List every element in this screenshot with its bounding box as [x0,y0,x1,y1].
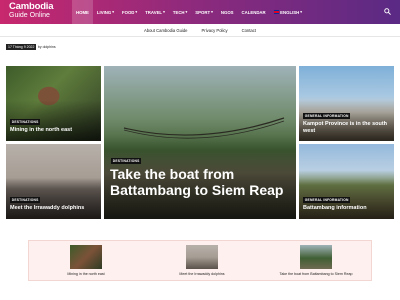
flag-icon [273,10,279,14]
nav-item-food[interactable]: FOOD ▾ [118,0,141,24]
nav-item-calendar[interactable]: CALENDAR [238,0,270,24]
post-title[interactable]: Battambang information [303,205,367,211]
related-post-thumbnail[interactable] [300,245,332,269]
featured-post-card[interactable]: GENERAL INFORMATION Battambang informati… [299,144,394,219]
nav-item-living[interactable]: LIVING ▾ [93,0,118,24]
nav-item-sport[interactable]: SPORT ▾ [191,0,217,24]
nav-item-label: ENGLISH [280,9,300,15]
nav-item-ngos[interactable]: NGOS [217,0,238,24]
language-selector[interactable]: ENGLISH ▾ [270,0,306,24]
post-title[interactable]: Meet the Irrawaddy dolphins [10,205,84,211]
chevron-down-icon: ▾ [211,10,213,14]
secondary-menu: About Cambodia Guide Privacy Policy Cont… [0,24,400,36]
nav-item-label: LIVING [96,9,112,15]
nav-item-travel[interactable]: TRAVEL ▾ [141,0,169,24]
featured-post-card[interactable]: GENERAL INFORMATION Kampot Province is i… [299,66,394,141]
category-badge[interactable]: GENERAL INFORMATION [303,197,351,203]
chevron-down-icon: ▾ [300,10,303,14]
chevron-down-icon: ▾ [135,10,138,14]
date-author-bar: 17 Tháng 9 2022 by dolphins [6,44,56,50]
post-date: 17 Tháng 9 2022 [6,44,37,50]
chevron-down-icon: ▾ [112,10,114,14]
post-author[interactable]: by dolphins [38,45,56,49]
nav-item-label: HOME [76,9,89,15]
post-title[interactable]: Mining in the north east [10,127,72,133]
chevron-down-icon: ▾ [163,10,165,14]
nav-item-label: TECH [172,9,185,15]
related-post-card[interactable]: Meet the Irrawaddy dolphins [147,245,257,276]
featured-post-card[interactable]: DESTINATIONS Meet the Irrawaddy dolphins [6,144,101,219]
featured-post-card[interactable]: DESTINATIONS Mining in the north east [6,66,101,141]
post-title[interactable]: Kampot Province is in the south west [303,121,391,134]
menu-link-contact[interactable]: Contact [242,28,256,33]
related-posts-strip: Mining in the north east Meet the Irrawa… [28,240,372,281]
related-post-title[interactable]: Mining in the north east [31,272,141,276]
menu-link-privacy-policy[interactable]: Privacy Policy [202,28,228,33]
menu-link-about[interactable]: About Cambodia Guide [144,28,188,33]
related-post-thumbnail[interactable] [70,245,102,269]
logo-line2: Guide Online [9,12,50,19]
nav-item-tech[interactable]: TECH ▾ [169,0,191,24]
category-badge[interactable]: DESTINATIONS [10,197,41,203]
top-navigation-bar: Cambodia Guide Online HOME LIVING ▾ FOOD ▾… [0,0,400,24]
related-post-card[interactable]: Mining in the north east [31,245,141,276]
chevron-down-icon: ▾ [185,10,188,14]
nav-item-label: SPORT [195,9,211,15]
site-logo[interactable]: Cambodia Guide Online [9,1,54,20]
category-badge[interactable]: DESTINATIONS [10,119,41,125]
category-badge[interactable]: GENERAL INFORMATION [303,113,351,119]
header-divider [0,36,400,37]
nav-item-label: TRAVEL [145,9,163,15]
post-title[interactable]: Take the boat from Battambang to Siem Re… [110,166,290,198]
related-post-thumbnail[interactable] [186,245,218,269]
logo-line1: Cambodia [9,1,54,12]
main-menu: HOME LIVING ▾ FOOD ▾ TRAVEL ▾ TECH ▾ SPORT ▾ … [72,0,306,24]
category-badge[interactable]: DESTINATIONS [111,158,142,164]
related-post-card[interactable]: Take the boat from Battambang to Siem Re… [261,245,371,276]
nav-item-home[interactable]: HOME [72,0,93,24]
featured-post-card-main[interactable]: DESTINATIONS Take the boat from Battamba… [104,66,296,219]
related-post-title[interactable]: Meet the Irrawaddy dolphins [147,272,257,276]
nav-item-label: NGOS [220,9,234,15]
nav-item-label: FOOD [122,9,135,15]
related-post-title[interactable]: Take the boat from Battambang to Siem Re… [261,272,371,276]
search-icon[interactable] [384,8,391,15]
nav-item-label: CALENDAR [241,9,266,15]
